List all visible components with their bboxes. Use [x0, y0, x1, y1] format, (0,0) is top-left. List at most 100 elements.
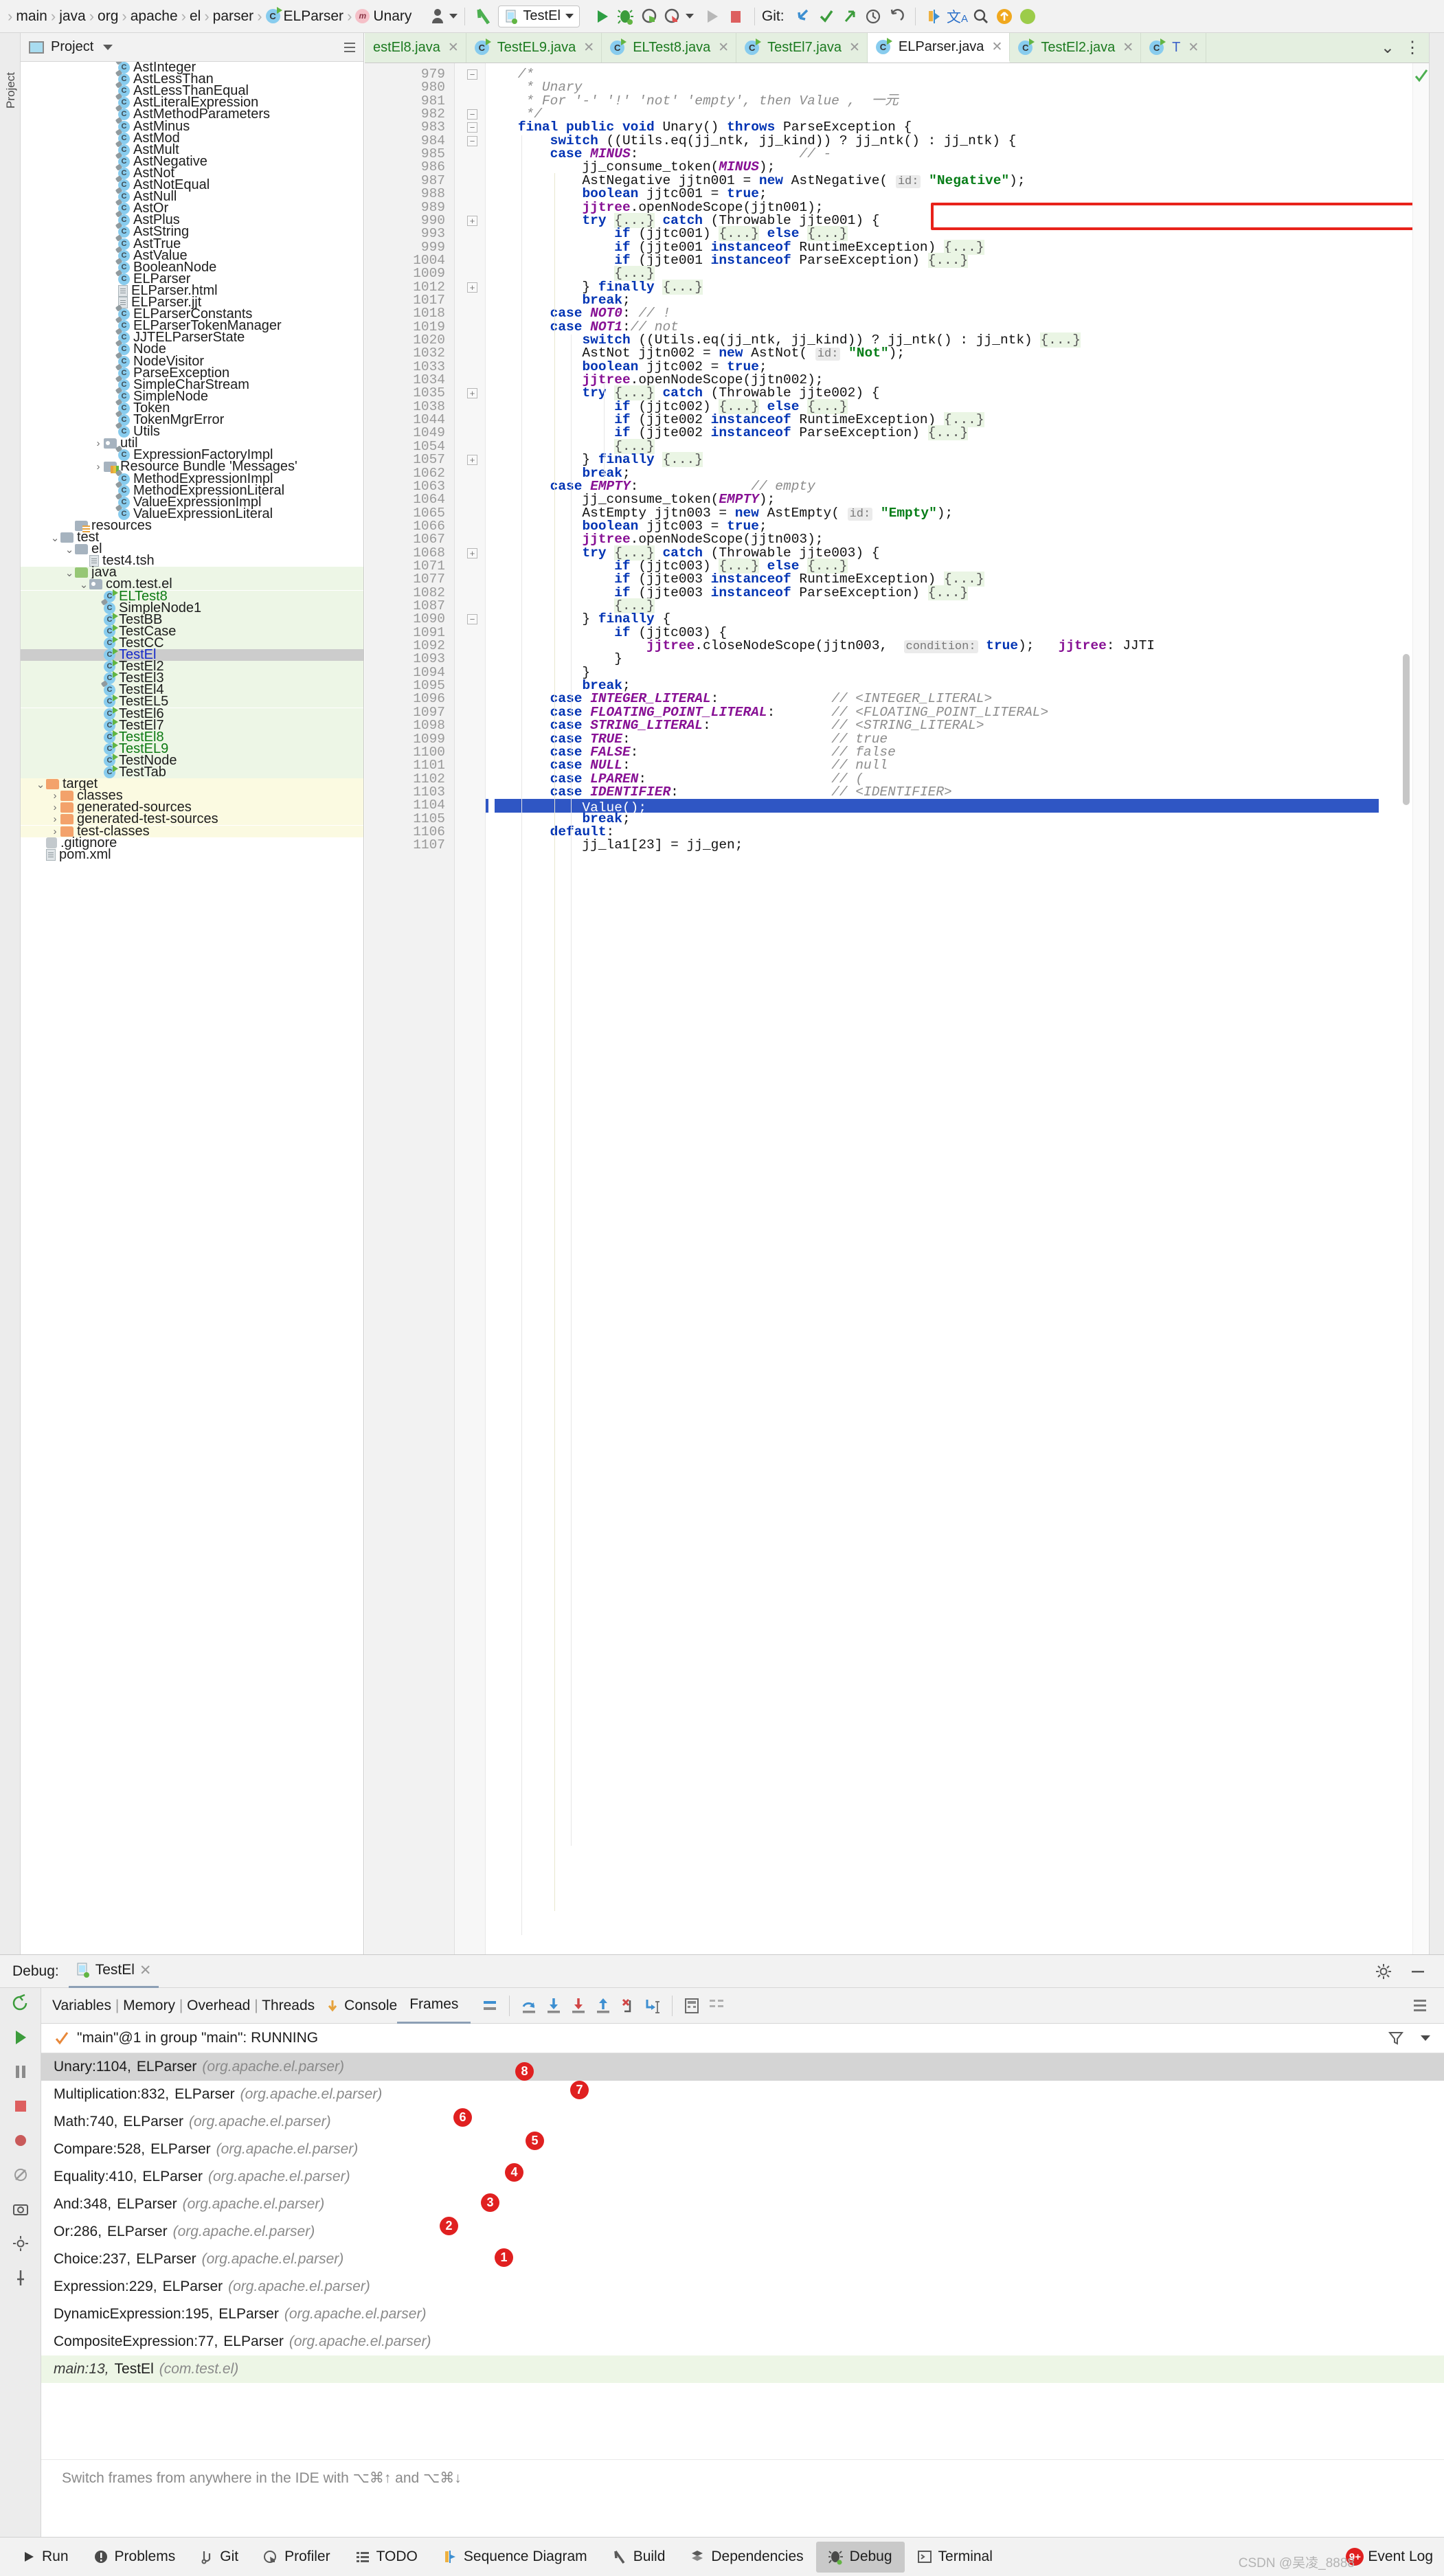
tree-item[interactable]: C SimpleNode1	[21, 600, 363, 615]
tree-item[interactable]: C AstNegative	[21, 154, 363, 169]
code-line[interactable]: AstNot jjtn002 = new AstNot( id: "Not");	[486, 346, 905, 361]
profile-button[interactable]	[661, 5, 684, 28]
code-line[interactable]: * For '-' '!' 'not' 'empty', then Value …	[486, 94, 899, 108]
thread-status-bar[interactable]: "main"@1 in group "main": RUNNING	[41, 2024, 1444, 2053]
tree-expand-arrow-icon[interactable]: ›	[49, 826, 60, 837]
frame-row[interactable]: Multiplication:832, ELParser (org.apache.e…	[41, 2081, 1444, 2108]
tree-item[interactable]: C ValueExpressionLiteral	[21, 506, 363, 521]
force-step-into-button[interactable]	[566, 1993, 591, 2018]
run-anything-button[interactable]	[701, 5, 724, 28]
status-bar-item-sequence-diagram[interactable]: Sequence Diagram	[430, 2542, 600, 2573]
step-out-button[interactable]	[591, 1993, 616, 2018]
fold-marker[interactable]: +	[467, 388, 477, 399]
code-line[interactable]: case NULL: // null	[486, 758, 888, 772]
tab-console[interactable]: Console	[326, 1998, 397, 2014]
evaluate-expression-button[interactable]	[679, 1993, 704, 2018]
git-commit-button[interactable]	[815, 5, 838, 28]
breadcrumb-item-parser[interactable]: parser	[213, 8, 254, 25]
tree-expand-arrow-icon[interactable]: ⌄	[49, 532, 60, 544]
code-line[interactable]: jjtree.openNodeScope(jjtn001);	[486, 201, 823, 214]
tree-expand-arrow-icon[interactable]: ›	[93, 461, 104, 473]
tree-item[interactable]: C TestNode	[21, 753, 363, 768]
fold-marker[interactable]: +	[467, 282, 477, 293]
editor-tab[interactable]: C TestEl2.java ✕	[1010, 33, 1142, 63]
status-bar-item-terminal[interactable]: Terminal	[905, 2542, 1005, 2573]
fold-marker[interactable]: +	[467, 547, 477, 558]
editor-fold-column[interactable]: − − − − + + + + + −	[455, 63, 486, 1954]
fold-marker[interactable]: −	[467, 135, 477, 146]
tree-expand-arrow-icon[interactable]: ›	[49, 813, 60, 825]
pause-icon[interactable]	[11, 2062, 30, 2081]
view-breakpoints-icon[interactable]	[11, 2131, 30, 2150]
code-line[interactable]: } finally {	[486, 612, 670, 626]
tree-item[interactable]: › generated-test-sources	[21, 811, 363, 826]
code-line[interactable]: case LPAREN: // (	[486, 772, 864, 786]
frame-row[interactable]: DynamicExpression:195, ELParser (org.apach…	[41, 2301, 1444, 2328]
frame-row[interactable]: Compare:528, ELParser (org.apache.el.parse…	[41, 2132, 1444, 2163]
stop-icon[interactable]	[11, 2097, 30, 2116]
layout-settings-button[interactable]	[704, 1993, 729, 2018]
chevron-down-icon[interactable]	[1421, 2035, 1430, 2041]
minimize-icon[interactable]	[1410, 1963, 1426, 1980]
tree-item[interactable]: test4.tsh	[21, 553, 363, 568]
tree-item[interactable]: C AstTrue	[21, 236, 363, 251]
frame-row[interactable]: main:13, TestEl (com.test.el)	[41, 2355, 1444, 2383]
tree-expand-arrow-icon[interactable]: ⌄	[78, 578, 89, 591]
tree-item[interactable]: C Utils	[21, 424, 363, 439]
frame-row[interactable]: CompositeExpression:77, ELParser (org.apac…	[41, 2328, 1444, 2355]
tree-item[interactable]: C AstMinus	[21, 119, 363, 134]
tree-item[interactable]: ⌄ target	[21, 776, 363, 791]
frame-row[interactable]: Choice:237, ELParser (org.apache.el.parser…	[41, 2246, 1444, 2273]
debug-layout-menu-button[interactable]	[1411, 1997, 1429, 2015]
update-project-button[interactable]	[993, 5, 1016, 28]
tree-item[interactable]: C TestEl4	[21, 682, 363, 697]
code-line[interactable]: jj_consume_token(EMPTY);	[486, 493, 775, 506]
fold-marker[interactable]: −	[467, 614, 477, 625]
tab-threads[interactable]: Threads	[262, 1998, 315, 2013]
close-icon[interactable]: ✕	[139, 1962, 152, 1979]
chevron-down-icon[interactable]	[685, 14, 694, 19]
editor-scrollbar-thumb[interactable]	[1403, 654, 1410, 805]
more-options-icon[interactable]: ⋮	[1404, 39, 1421, 56]
editor-marker-bar[interactable]	[1412, 63, 1429, 1954]
breadcrumb-item-el[interactable]: el	[190, 8, 201, 25]
tree-item[interactable]: C BooleanNode	[21, 260, 363, 275]
tree-expand-arrow-icon[interactable]: ⌄	[64, 567, 75, 579]
editor-tab[interactable]: C ELTest8.java ✕	[602, 33, 737, 63]
tree-item[interactable]: C AstNull	[21, 189, 363, 204]
frame-row[interactable]: Expression:229, ELParser (org.apache.el.pa…	[41, 2273, 1444, 2301]
stop-button[interactable]	[724, 5, 747, 28]
user-menu[interactable]	[431, 8, 458, 25]
tree-item[interactable]: C AstMod	[21, 131, 363, 146]
editor-tab[interactable]: C ELParser.java ✕	[867, 33, 1011, 63]
code-line[interactable]: jjtree.openNodeScope(jjtn003);	[486, 532, 823, 546]
breadcrumb-item-java[interactable]: java	[59, 8, 86, 25]
chevron-down-icon[interactable]: ⌄	[1381, 38, 1395, 58]
editor-tab[interactable]: C TestEl7.java ✕	[736, 33, 868, 63]
close-icon[interactable]: ✕	[718, 40, 729, 56]
close-icon[interactable]: ✕	[1123, 40, 1133, 56]
tab-overhead[interactable]: Overhead	[187, 1998, 250, 2013]
tree-item[interactable]: C AstString	[21, 224, 363, 239]
tree-item[interactable]: resources	[21, 518, 363, 533]
debug-session-tab[interactable]: TestEl ✕	[68, 1955, 159, 1988]
frame-row[interactable]: Math:740, ELParser (org.apache.el.parser) 6	[41, 2108, 1444, 2136]
breadcrumb-item-elparser[interactable]: C ELParser	[265, 7, 343, 25]
fold-marker[interactable]: −	[467, 69, 477, 80]
status-bar-item-build[interactable]: Build	[600, 2542, 678, 2573]
show-execution-point-button[interactable]	[477, 1993, 502, 2018]
tree-item[interactable]: C AstMethodParameters	[21, 106, 363, 122]
tree-item[interactable]: C TestEl7	[21, 718, 363, 733]
resume-icon[interactable]	[11, 2028, 30, 2047]
close-icon[interactable]: ✕	[583, 40, 594, 56]
event-log-button[interactable]: 9+ Event Log	[1346, 2548, 1433, 2566]
chevron-down-icon[interactable]	[103, 44, 113, 50]
tree-item[interactable]: C TestBB	[21, 612, 363, 627]
debug-tab-group[interactable]: Variables | Memory | Overhead | Threads	[41, 1998, 326, 2014]
fold-marker[interactable]: +	[467, 215, 477, 226]
code-editor[interactable]: 979 980 981 982 983 984 985 986 987 988 989 990 993 9…	[365, 63, 1429, 1954]
editor-tab[interactable]: C T ✕	[1141, 33, 1207, 63]
tree-item[interactable]: C TestEl3	[21, 670, 363, 686]
settings-icon[interactable]	[11, 2234, 30, 2253]
code-line[interactable]: jj_la1[23] = jj_gen;	[486, 838, 743, 852]
